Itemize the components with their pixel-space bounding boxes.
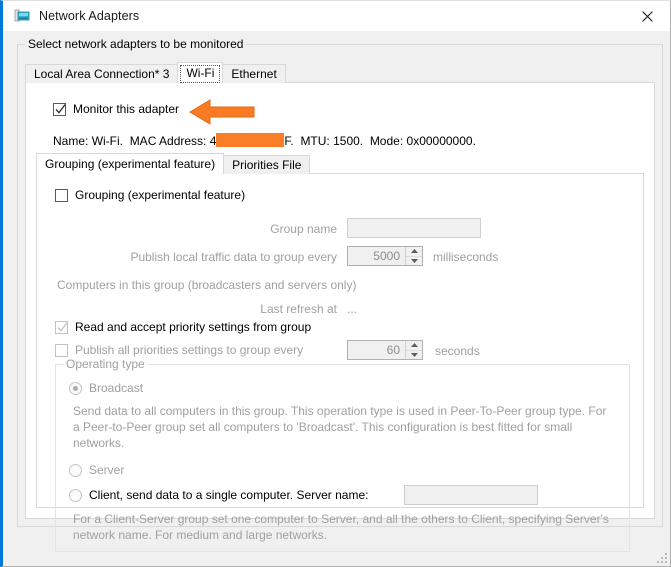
settings-tabstrip: Grouping (experimental feature) Prioriti… xyxy=(36,153,644,174)
info-name-value: Wi-Fi. xyxy=(91,134,124,148)
tab-local-area-connection-3[interactable]: Local Area Connection* 3 xyxy=(25,64,179,83)
info-mac-label: MAC Address: xyxy=(129,134,207,148)
grouping-checkbox-label: Grouping (experimental feature) xyxy=(75,188,246,202)
radio-client-label: Client, send data to a single computer. … xyxy=(89,488,369,502)
group-name-input[interactable] xyxy=(347,218,481,238)
publish-interval-unit: milliseconds xyxy=(433,250,499,264)
spinner-buttons[interactable] xyxy=(405,247,422,265)
publish-interval-value: 5000 xyxy=(373,249,400,263)
radio-button xyxy=(69,488,82,502)
check-icon xyxy=(55,103,66,114)
adapter-tabstrip: Local Area Connection* 3 Wi-Fi Ethernet xyxy=(25,62,655,83)
radio-broadcast[interactable]: Broadcast xyxy=(69,381,143,395)
publish-priorities-value: 60 xyxy=(386,343,400,357)
network-adapter-icon xyxy=(14,8,30,24)
tab-label: Grouping (experimental feature) xyxy=(45,157,216,171)
close-icon[interactable] xyxy=(624,1,670,31)
tab-focus-rect xyxy=(180,65,221,83)
publish-priorities-checkbox[interactable]: Publish all priorities settings to group… xyxy=(55,343,303,357)
info-mtu-value: 1500. xyxy=(333,134,364,148)
publish-interval-spinner[interactable]: 5000 xyxy=(347,246,423,266)
checkbox-box xyxy=(55,188,68,202)
server-name-input[interactable] xyxy=(404,485,538,505)
computers-in-group-label: Computers in this group (broadcasters an… xyxy=(57,278,357,292)
last-refresh-label: Last refresh at xyxy=(260,302,337,316)
broadcast-description: Send data to all computers in this group… xyxy=(73,404,607,450)
read-accept-priority-label: Read and accept priority settings from g… xyxy=(75,320,312,334)
checkbox-box xyxy=(55,320,68,334)
publish-priorities-label: Publish all priorities settings to group… xyxy=(75,343,304,357)
window-title: Network Adapters xyxy=(39,9,140,23)
info-mac-prefix: 4 xyxy=(209,134,217,148)
dialog-client-area: Select network adapters to be monitored … xyxy=(3,31,670,566)
tab-label: Priorities File xyxy=(232,158,302,172)
radio-broadcast-label: Broadcast xyxy=(89,381,144,395)
tab-grouping[interactable]: Grouping (experimental feature) xyxy=(36,153,225,174)
info-mtu-label: MTU: xyxy=(300,134,330,148)
network-adapters-dialog: Network Adapters Select network adapters… xyxy=(0,0,671,567)
publish-priorities-spinner[interactable]: 60 xyxy=(347,340,423,360)
spinner-down-icon[interactable] xyxy=(406,351,422,360)
spinner-down-icon[interactable] xyxy=(406,257,422,266)
radio-client[interactable]: Client, send data to a single computer. … xyxy=(69,488,369,502)
radio-server-label: Server xyxy=(89,463,125,477)
info-mode-value: 0x00000000. xyxy=(406,134,476,148)
resize-grip[interactable] xyxy=(655,551,667,563)
spinner-up-icon[interactable] xyxy=(406,341,422,351)
publish-priorities-unit: seconds xyxy=(435,344,480,358)
info-mac-suffix: F. xyxy=(284,134,294,148)
spinner-up-icon[interactable] xyxy=(406,247,422,257)
checkbox-box xyxy=(55,343,68,357)
radio-button xyxy=(69,463,82,477)
monitor-adapter-label: Monitor this adapter xyxy=(73,102,180,116)
read-accept-priority-checkbox[interactable]: Read and accept priority settings from g… xyxy=(55,320,311,334)
tab-label: Ethernet xyxy=(231,67,277,81)
left-arrow-annotation-icon xyxy=(188,97,256,127)
info-mode-label: Mode: xyxy=(369,134,404,148)
last-refresh-value: ... xyxy=(347,302,358,316)
publish-interval-label: Publish local traffic data to group ever… xyxy=(130,250,337,264)
operating-type-groupbox: Operating type Broadcast Send data to al… xyxy=(55,357,630,552)
radio-server[interactable]: Server xyxy=(69,463,124,477)
grouping-tabpanel: Grouping (experimental feature) Group na… xyxy=(36,173,644,552)
adapters-groupbox-label: Select network adapters to be monitored xyxy=(25,37,247,51)
client-description: For a Client-Server group set one comput… xyxy=(73,512,609,542)
info-name-label: Name: xyxy=(53,134,89,148)
adapter-tabpanel: Monitor this adapter Name: Wi-Fi. MAC Ad… xyxy=(25,82,655,552)
group-name-label: Group name xyxy=(270,222,337,236)
spinner-buttons[interactable] xyxy=(405,341,422,359)
tab-wifi[interactable]: Wi-Fi xyxy=(177,62,224,83)
grouping-checkbox[interactable]: Grouping (experimental feature) xyxy=(55,188,245,202)
adapter-info-line: Name: Wi-Fi. MAC Address: 4 F. MTU: 1500.… xyxy=(53,131,476,148)
tab-priorities-file[interactable]: Priorities File xyxy=(223,155,311,174)
radio-button xyxy=(69,381,82,395)
monitor-adapter-checkbox[interactable]: Monitor this adapter xyxy=(53,102,179,116)
adapters-groupbox: Select network adapters to be monitored … xyxy=(17,37,663,552)
mac-address-redaction-block xyxy=(216,133,285,147)
checkbox-box xyxy=(53,102,66,116)
tab-label: Local Area Connection* 3 xyxy=(34,67,170,81)
tab-ethernet[interactable]: Ethernet xyxy=(222,64,286,83)
check-icon xyxy=(57,321,68,332)
operating-type-label: Operating type xyxy=(63,357,148,371)
title-bar: Network Adapters xyxy=(3,1,670,31)
